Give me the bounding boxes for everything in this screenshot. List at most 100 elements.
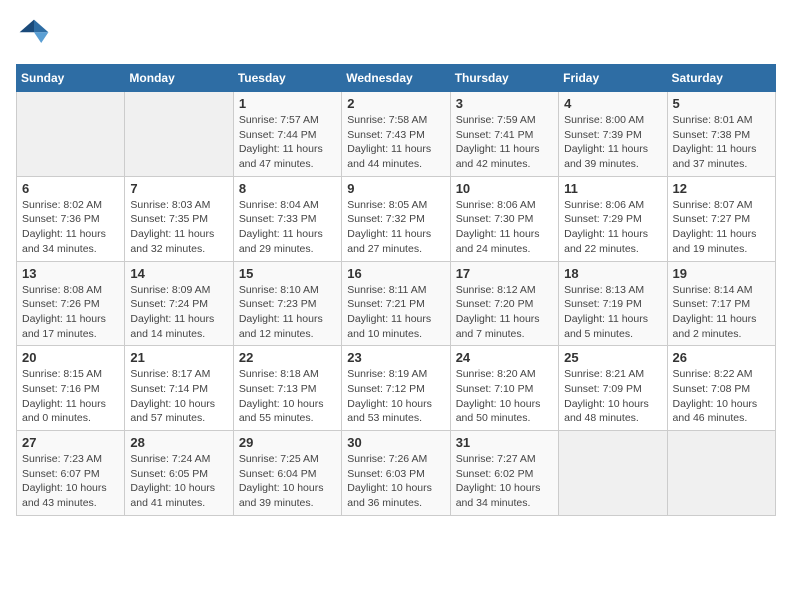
day-info: Sunrise: 8:17 AM Sunset: 7:14 PM Dayligh… [130,367,227,426]
calendar-cell: 13 Sunrise: 8:08 AM Sunset: 7:26 PM Dayli… [17,261,125,346]
day-number: 6 [22,181,119,196]
calendar-cell: 3Sunrise: 7:59 AM Sunset: 7:41 PM Daylig… [450,92,558,177]
day-number: 24 [456,350,553,365]
calendar-cell: 21 Sunrise: 8:17 AM Sunset: 7:14 PM Dayli… [125,346,233,431]
calendar-cell [667,431,775,516]
calendar-cell: 25Sunrise: 8:21 AM Sunset: 7:09 PM Dayli… [559,346,667,431]
weekday-header: Monday [125,65,233,92]
day-info: Sunrise: 7:27 AM Sunset: 6:02 PM Dayligh… [456,452,553,511]
calendar-cell: 5 Sunrise: 8:01 AM Sunset: 7:38 PM Daylig… [667,92,775,177]
calendar-cell: 17 Sunrise: 8:12 AM Sunset: 7:20 PM Dayli… [450,261,558,346]
day-info: Sunrise: 8:00 AM Sunset: 7:39 PM Dayligh… [564,113,661,172]
day-number: 10 [456,181,553,196]
weekday-header: Tuesday [233,65,341,92]
day-info: Sunrise: 8:21 AM Sunset: 7:09 PM Dayligh… [564,367,661,426]
day-info: Sunrise: 8:09 AM Sunset: 7:24 PM Dayligh… [130,283,227,342]
calendar-cell [17,92,125,177]
calendar-cell: 30 Sunrise: 7:26 AM Sunset: 6:03 PM Dayli… [342,431,450,516]
calendar-cell: 28 Sunrise: 7:24 AM Sunset: 6:05 PM Dayli… [125,431,233,516]
calendar-cell: 4Sunrise: 8:00 AM Sunset: 7:39 PM Daylig… [559,92,667,177]
day-info: Sunrise: 8:15 AM Sunset: 7:16 PM Dayligh… [22,367,119,426]
day-number: 1 [239,96,336,111]
calendar-cell: 14 Sunrise: 8:09 AM Sunset: 7:24 PM Dayli… [125,261,233,346]
calendar-cell: 1 Sunrise: 7:57 AM Sunset: 7:44 PM Daylig… [233,92,341,177]
day-info: Sunrise: 7:57 AM Sunset: 7:44 PM Dayligh… [239,113,336,172]
calendar-cell: 8Sunrise: 8:04 AM Sunset: 7:33 PM Daylig… [233,176,341,261]
day-number: 17 [456,266,553,281]
day-number: 19 [673,266,770,281]
calendar-cell: 20 Sunrise: 8:15 AM Sunset: 7:16 PM Dayli… [17,346,125,431]
day-number: 20 [22,350,119,365]
day-number: 14 [130,266,227,281]
day-number: 13 [22,266,119,281]
day-number: 27 [22,435,119,450]
day-info: Sunrise: 8:22 AM Sunset: 7:08 PM Dayligh… [673,367,770,426]
day-number: 26 [673,350,770,365]
day-number: 16 [347,266,444,281]
day-number: 18 [564,266,661,281]
day-number: 21 [130,350,227,365]
calendar-cell: 2 Sunrise: 7:58 AM Sunset: 7:43 PM Daylig… [342,92,450,177]
day-info: Sunrise: 8:02 AM Sunset: 7:36 PM Dayligh… [22,198,119,257]
calendar-cell: 16 Sunrise: 8:11 AM Sunset: 7:21 PM Dayli… [342,261,450,346]
weekday-header: Friday [559,65,667,92]
day-info: Sunrise: 8:20 AM Sunset: 7:10 PM Dayligh… [456,367,553,426]
day-number: 23 [347,350,444,365]
weekday-header: Thursday [450,65,558,92]
day-number: 12 [673,181,770,196]
day-number: 22 [239,350,336,365]
calendar-cell: 27 Sunrise: 7:23 AM Sunset: 6:07 PM Dayli… [17,431,125,516]
logo-icon [16,16,52,52]
day-info: Sunrise: 8:05 AM Sunset: 7:32 PM Dayligh… [347,198,444,257]
day-info: Sunrise: 7:24 AM Sunset: 6:05 PM Dayligh… [130,452,227,511]
calendar-cell: 24 Sunrise: 8:20 AM Sunset: 7:10 PM Dayli… [450,346,558,431]
day-info: Sunrise: 8:11 AM Sunset: 7:21 PM Dayligh… [347,283,444,342]
day-info: Sunrise: 8:14 AM Sunset: 7:17 PM Dayligh… [673,283,770,342]
day-info: Sunrise: 7:58 AM Sunset: 7:43 PM Dayligh… [347,113,444,172]
calendar-cell: 22 Sunrise: 8:18 AM Sunset: 7:13 PM Dayli… [233,346,341,431]
day-info: Sunrise: 7:23 AM Sunset: 6:07 PM Dayligh… [22,452,119,511]
day-number: 31 [456,435,553,450]
day-number: 5 [673,96,770,111]
calendar-cell: 18 Sunrise: 8:13 AM Sunset: 7:19 PM Dayli… [559,261,667,346]
day-info: Sunrise: 8:06 AM Sunset: 7:30 PM Dayligh… [456,198,553,257]
day-number: 7 [130,181,227,196]
weekday-header: Saturday [667,65,775,92]
day-info: Sunrise: 8:19 AM Sunset: 7:12 PM Dayligh… [347,367,444,426]
calendar-cell: 7 Sunrise: 8:03 AM Sunset: 7:35 PM Daylig… [125,176,233,261]
calendar-cell [125,92,233,177]
day-info: Sunrise: 8:18 AM Sunset: 7:13 PM Dayligh… [239,367,336,426]
calendar-cell: 10 Sunrise: 8:06 AM Sunset: 7:30 PM Dayli… [450,176,558,261]
calendar-cell: 19 Sunrise: 8:14 AM Sunset: 7:17 PM Dayli… [667,261,775,346]
calendar-cell: 26 Sunrise: 8:22 AM Sunset: 7:08 PM Dayli… [667,346,775,431]
day-info: Sunrise: 7:25 AM Sunset: 6:04 PM Dayligh… [239,452,336,511]
calendar-cell: 31 Sunrise: 7:27 AM Sunset: 6:02 PM Dayli… [450,431,558,516]
day-number: 2 [347,96,444,111]
weekday-header: Wednesday [342,65,450,92]
calendar-cell: 11Sunrise: 8:06 AM Sunset: 7:29 PM Dayli… [559,176,667,261]
weekday-header: Sunday [17,65,125,92]
calendar-cell: 12 Sunrise: 8:07 AM Sunset: 7:27 PM Dayli… [667,176,775,261]
day-info: Sunrise: 8:01 AM Sunset: 7:38 PM Dayligh… [673,113,770,172]
day-number: 30 [347,435,444,450]
calendar-cell: 23 Sunrise: 8:19 AM Sunset: 7:12 PM Dayli… [342,346,450,431]
day-number: 28 [130,435,227,450]
calendar-header: SundayMondayTuesdayWednesdayThursdayFrid… [17,65,776,92]
calendar-table: SundayMondayTuesdayWednesdayThursdayFrid… [16,64,776,516]
calendar-cell: 29Sunrise: 7:25 AM Sunset: 6:04 PM Dayli… [233,431,341,516]
page-header [16,16,776,52]
day-number: 9 [347,181,444,196]
day-number: 11 [564,181,661,196]
day-info: Sunrise: 7:59 AM Sunset: 7:41 PM Dayligh… [456,113,553,172]
day-info: Sunrise: 8:04 AM Sunset: 7:33 PM Dayligh… [239,198,336,257]
day-info: Sunrise: 8:13 AM Sunset: 7:19 PM Dayligh… [564,283,661,342]
day-info: Sunrise: 8:12 AM Sunset: 7:20 PM Dayligh… [456,283,553,342]
day-info: Sunrise: 8:08 AM Sunset: 7:26 PM Dayligh… [22,283,119,342]
day-number: 15 [239,266,336,281]
calendar-cell: 6 Sunrise: 8:02 AM Sunset: 7:36 PM Daylig… [17,176,125,261]
calendar-cell [559,431,667,516]
day-info: Sunrise: 7:26 AM Sunset: 6:03 PM Dayligh… [347,452,444,511]
day-info: Sunrise: 8:03 AM Sunset: 7:35 PM Dayligh… [130,198,227,257]
calendar-cell: 9 Sunrise: 8:05 AM Sunset: 7:32 PM Daylig… [342,176,450,261]
day-info: Sunrise: 8:07 AM Sunset: 7:27 PM Dayligh… [673,198,770,257]
